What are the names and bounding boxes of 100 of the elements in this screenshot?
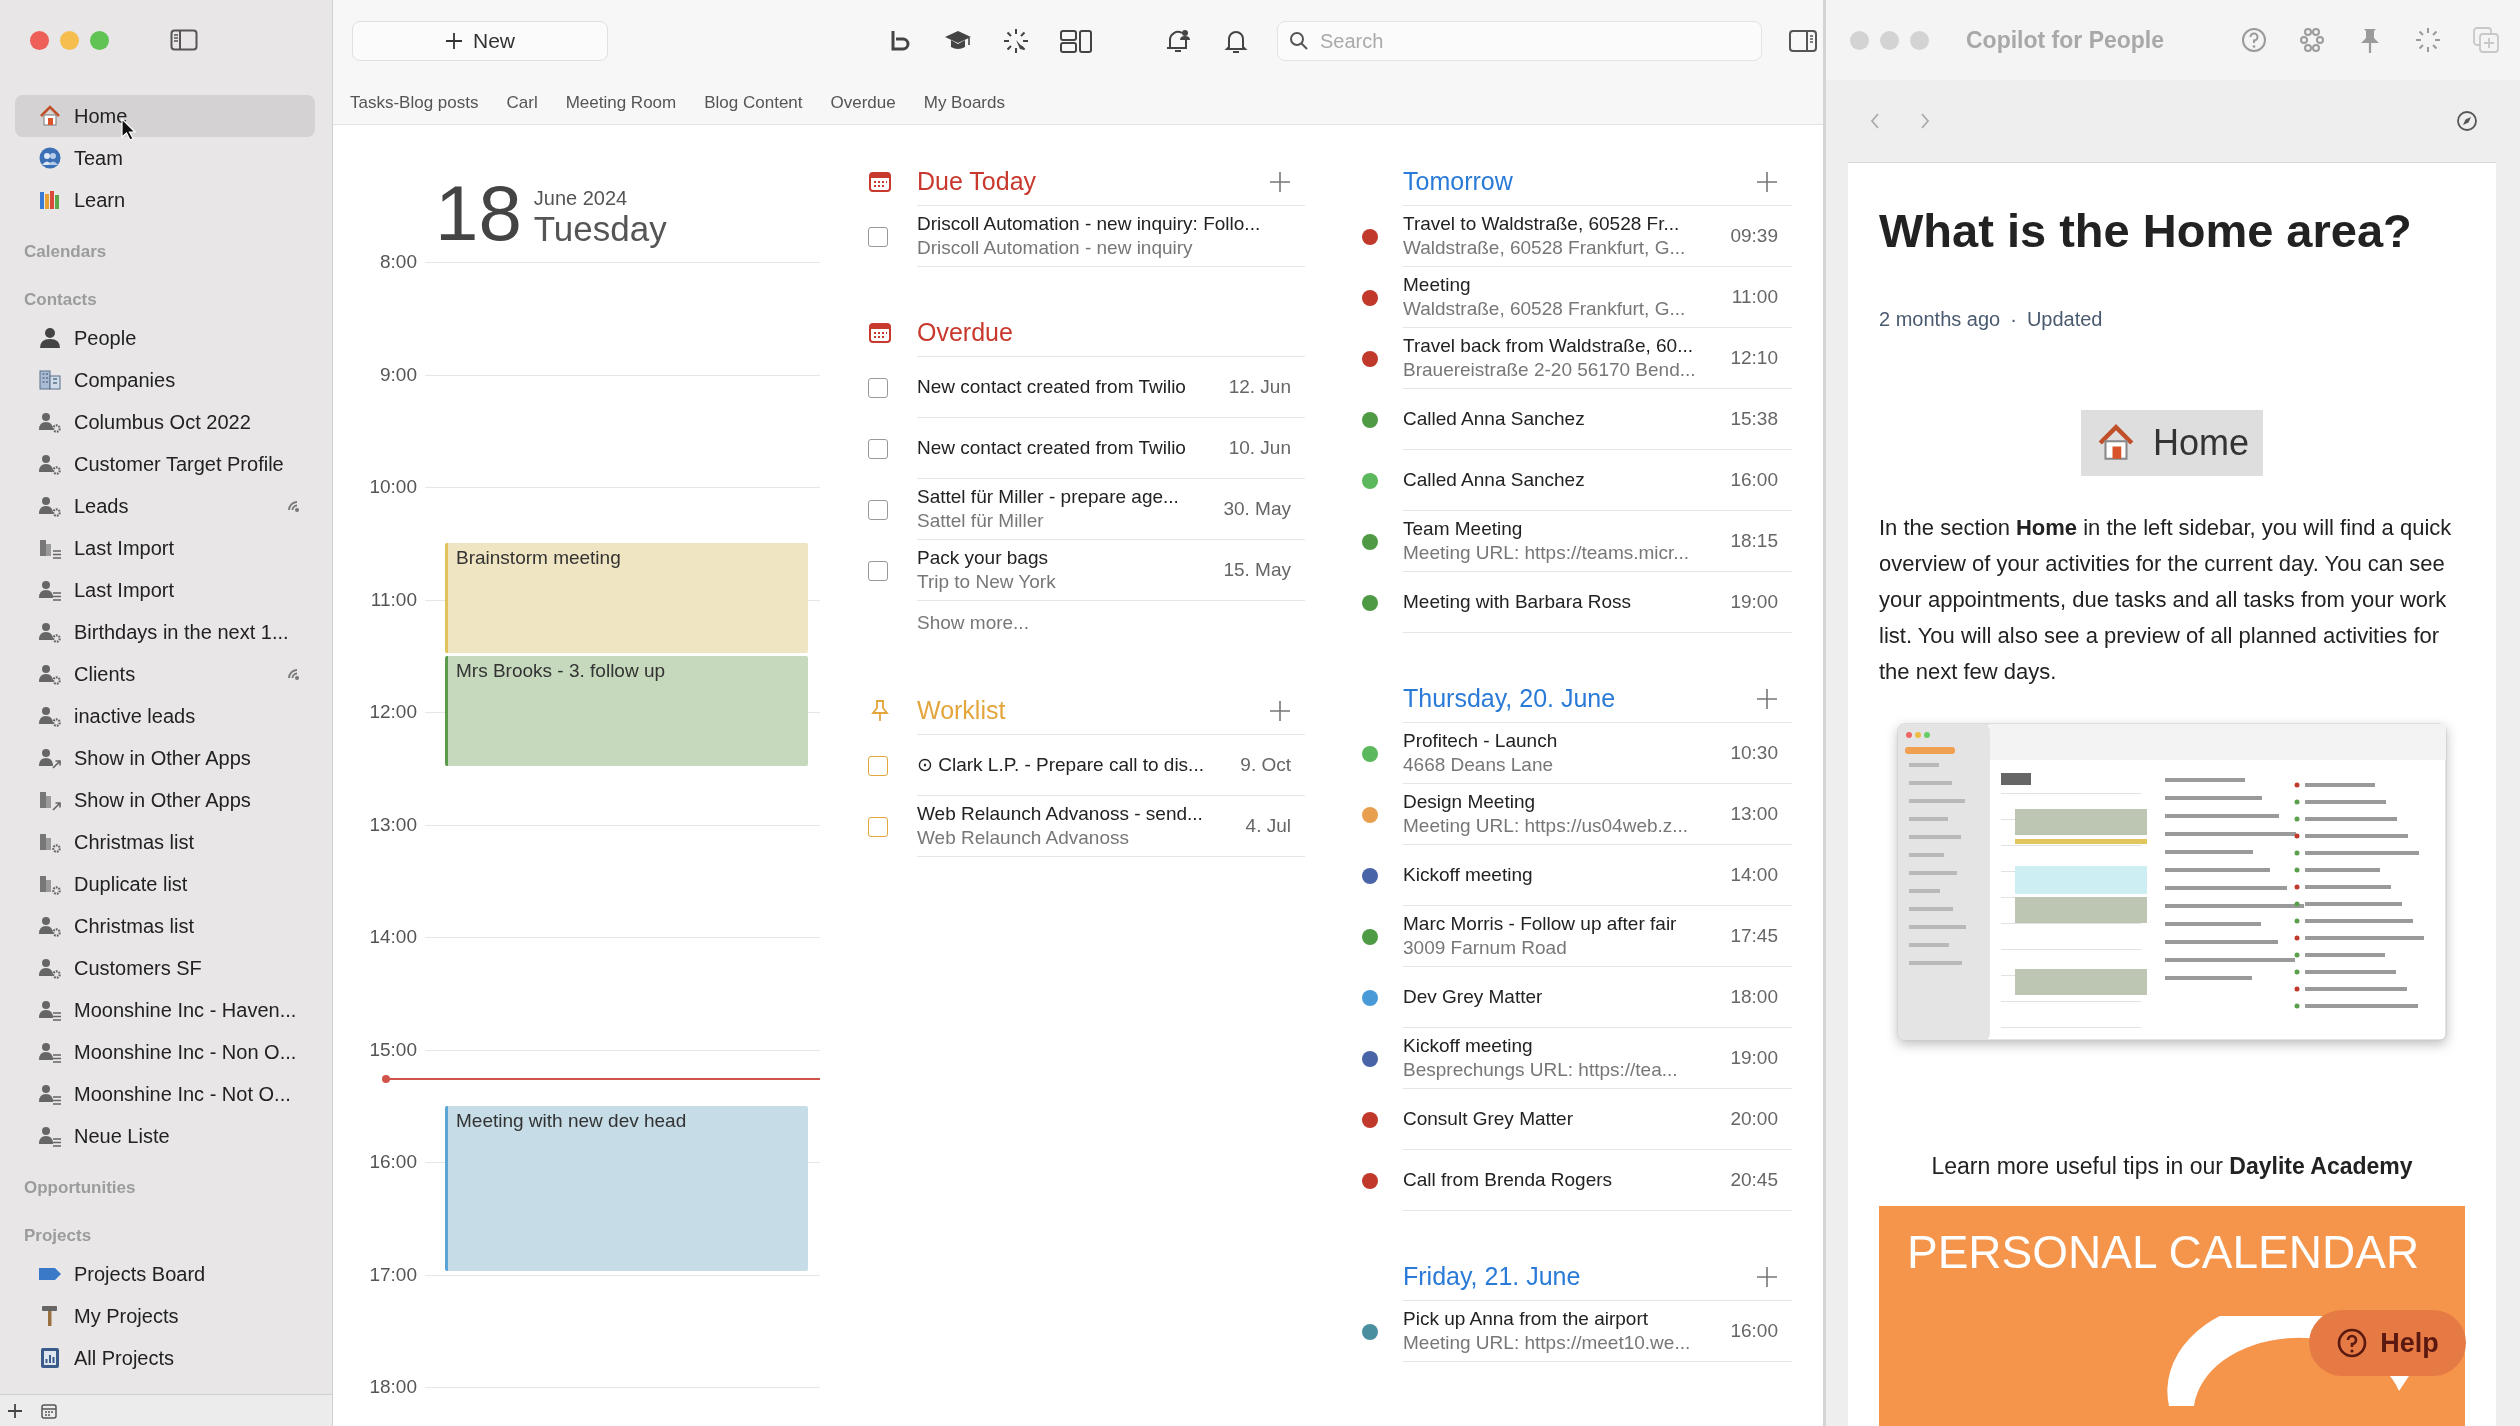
- sidebar-icon[interactable]: [1788, 28, 1818, 54]
- agenda-item[interactable]: Called Anna Sanchez 16:00: [1350, 450, 1792, 511]
- add-window-icon[interactable]: [2472, 26, 2500, 54]
- sidebar-item[interactable]: Home: [15, 95, 315, 137]
- sidebar-item[interactable]: Moonshine Inc - Haven...: [15, 989, 315, 1031]
- article-status: Updated: [2026, 307, 2103, 331]
- sidebar-item[interactable]: Columbus Oct 2022: [15, 401, 315, 443]
- event-time: 18:00: [1730, 986, 1778, 1008]
- article-title: What is the Home area?: [1879, 203, 2413, 259]
- zoom-button[interactable]: [90, 31, 109, 50]
- checkbox[interactable]: [868, 438, 888, 459]
- agenda-item[interactable]: Travel back from Waldstraße, 60... Brauereistraße 2-20 56170 Bend... 12:10: [1350, 328, 1792, 389]
- agenda-item[interactable]: Design Meeting Meeting URL: https://us04web.z... 13:00: [1350, 784, 1792, 845]
- hour-label: 18:00: [368, 1376, 418, 1398]
- section-title: Worklist: [917, 696, 1006, 725]
- checkbox[interactable]: [868, 499, 888, 520]
- section-header: Calendars: [23, 241, 108, 263]
- agenda-item[interactable]: Travel to Waldstraße, 60528 Fr... Waldstraße, 60528 Frankfurt, G... 09:39: [1350, 206, 1792, 267]
- bookmark-tab[interactable]: Carl: [506, 93, 538, 113]
- agenda-item[interactable]: Meeting Waldstraße, 60528 Frankfurt, G... 11:00: [1350, 267, 1792, 328]
- checkbox[interactable]: [868, 377, 888, 398]
- person-arrow-icon: [38, 746, 62, 770]
- task-subtitle: Sattel für Miller: [917, 509, 1045, 533]
- sidebar-item[interactable]: Christmas list: [15, 821, 315, 863]
- sidebar-item[interactable]: Learn: [15, 179, 315, 221]
- sidebar-item[interactable]: Team: [15, 137, 315, 179]
- agenda-item[interactable]: Kickoff meeting 14:00: [1350, 845, 1792, 906]
- sidebar-item[interactable]: Customers SF: [15, 947, 315, 989]
- sidebar-item[interactable]: Leads: [15, 485, 315, 527]
- day-number: 18: [435, 178, 522, 248]
- compass-icon[interactable]: [2456, 110, 2478, 132]
- dots-ring-icon[interactable]: [2298, 26, 2326, 54]
- window-title: Copilot for People: [1966, 26, 2165, 54]
- close-button[interactable]: [30, 31, 49, 50]
- bookmark-tab[interactable]: Tasks-Blog posts: [350, 93, 479, 113]
- sidebar-item[interactable]: Companies: [15, 359, 315, 401]
- sidebar-item[interactable]: Christmas list: [15, 905, 315, 947]
- sidebar-item[interactable]: Birthdays in the next 1...: [15, 611, 315, 653]
- sidebar-item[interactable]: Clients: [15, 653, 315, 695]
- bookmark-tab[interactable]: Meeting Room: [565, 93, 677, 113]
- bookmark-tab[interactable]: My Boards: [923, 93, 1005, 113]
- agenda-item[interactable]: Called Anna Sanchez 15:38: [1350, 389, 1792, 450]
- sidebar-item[interactable]: People: [15, 317, 315, 359]
- calendar-event[interactable]: Mrs Brooks - 3. follow up: [445, 655, 808, 766]
- person-gear-icon: [38, 620, 62, 644]
- calendar-event[interactable]: Brainstorm meeting: [445, 543, 808, 653]
- checkbox[interactable]: [868, 560, 888, 581]
- agenda-item[interactable]: Team Meeting Meeting URL: https://teams.micr... 18:15: [1350, 511, 1792, 572]
- chart-board-icon: [38, 1346, 62, 1370]
- agenda-item[interactable]: Call from Brenda Rogers 20:45: [1350, 1150, 1792, 1211]
- agenda-item[interactable]: Kickoff meeting Besprechungs URL: https://tea... 19:00: [1350, 1028, 1792, 1089]
- checkbox[interactable]: [868, 226, 888, 247]
- help-icon[interactable]: [2240, 26, 2268, 54]
- checkbox[interactable]: [868, 755, 888, 776]
- event-title: Marc Morris - Follow up after fair: [1403, 912, 1678, 936]
- agenda-item[interactable]: Pick up Anna from the airport Meeting URL: https://meet10.we... 16:00: [1350, 1301, 1792, 1362]
- show-more-link[interactable]: Show more...: [917, 612, 1029, 634]
- meta-separator: ·: [2010, 307, 2017, 331]
- agenda-item[interactable]: Consult Grey Matter 20:00: [1350, 1089, 1792, 1150]
- sidebar-item[interactable]: Show in Other Apps: [15, 737, 315, 779]
- agenda-item[interactable]: Profitech - Launch 4668 Deans Lane 10:30: [1350, 723, 1792, 784]
- new-button[interactable]: New: [352, 21, 608, 61]
- calendar-event[interactable]: Meeting with new dev head: [445, 1105, 808, 1271]
- sidebar-item[interactable]: Duplicate list: [15, 863, 315, 905]
- event-title: Kickoff meeting: [1403, 1034, 1534, 1058]
- sparkle-icon[interactable]: [1001, 26, 1031, 56]
- task-title: Sattel für Miller - prepare age...: [917, 485, 1180, 509]
- sidebar-item[interactable]: All Projects: [15, 1337, 315, 1379]
- sidebar-item[interactable]: Neue Liste: [15, 1115, 315, 1157]
- event-title: Kickoff meeting: [1403, 863, 1534, 887]
- agenda-item[interactable]: Dev Grey Matter 18:00: [1350, 967, 1792, 1028]
- sidebar-item[interactable]: Last Import: [15, 527, 315, 569]
- event-time: 16:00: [1730, 469, 1778, 491]
- hour-label: 11:00: [369, 588, 418, 611]
- calendar-icon[interactable]: [40, 1401, 58, 1420]
- chevron-right-icon[interactable]: [1918, 111, 1932, 131]
- agenda-item[interactable]: Meeting with Barbara Ross 19:00: [1350, 572, 1792, 633]
- sidebar-item[interactable]: inactive leads: [15, 695, 315, 737]
- bookmark-tab[interactable]: Overdue: [830, 93, 896, 113]
- event-time: 13:00: [1730, 803, 1778, 825]
- sidebar-item[interactable]: Customer Target Profile: [15, 443, 315, 485]
- sidebar-item[interactable]: Moonshine Inc - Non O...: [15, 1031, 315, 1073]
- event-title: Travel back from Waldstraße, 60...: [1403, 334, 1694, 358]
- sidebar-item[interactable]: Projects Board: [15, 1253, 315, 1295]
- help-button[interactable]: Help: [2309, 1310, 2466, 1376]
- add-icon[interactable]: [6, 1401, 24, 1420]
- sidebar-item[interactable]: Last Import: [15, 569, 315, 611]
- bookmark-tab[interactable]: Blog Content: [704, 93, 803, 113]
- event-subtitle: Besprechungs URL: https://tea...: [1403, 1058, 1679, 1082]
- hour-label: 14:00: [368, 926, 418, 948]
- sidebar-toggle-icon[interactable]: [170, 29, 198, 51]
- search-field[interactable]: Search: [1277, 21, 1762, 61]
- agenda-item[interactable]: Marc Morris - Follow up after fair 3009 Farnum Road 17:45: [1350, 906, 1792, 967]
- academy-text: Learn more useful tips in our Daylite Academy: [1930, 1152, 2414, 1181]
- sidebar-item[interactable]: Moonshine Inc - Not O...: [15, 1073, 315, 1115]
- sidebar-item[interactable]: My Projects: [15, 1295, 315, 1337]
- sidebar-item[interactable]: Show in Other Apps: [15, 779, 315, 821]
- checkbox[interactable]: [868, 816, 888, 837]
- chevron-left-icon[interactable]: [1868, 111, 1882, 131]
- calendar-icon: [868, 170, 892, 194]
